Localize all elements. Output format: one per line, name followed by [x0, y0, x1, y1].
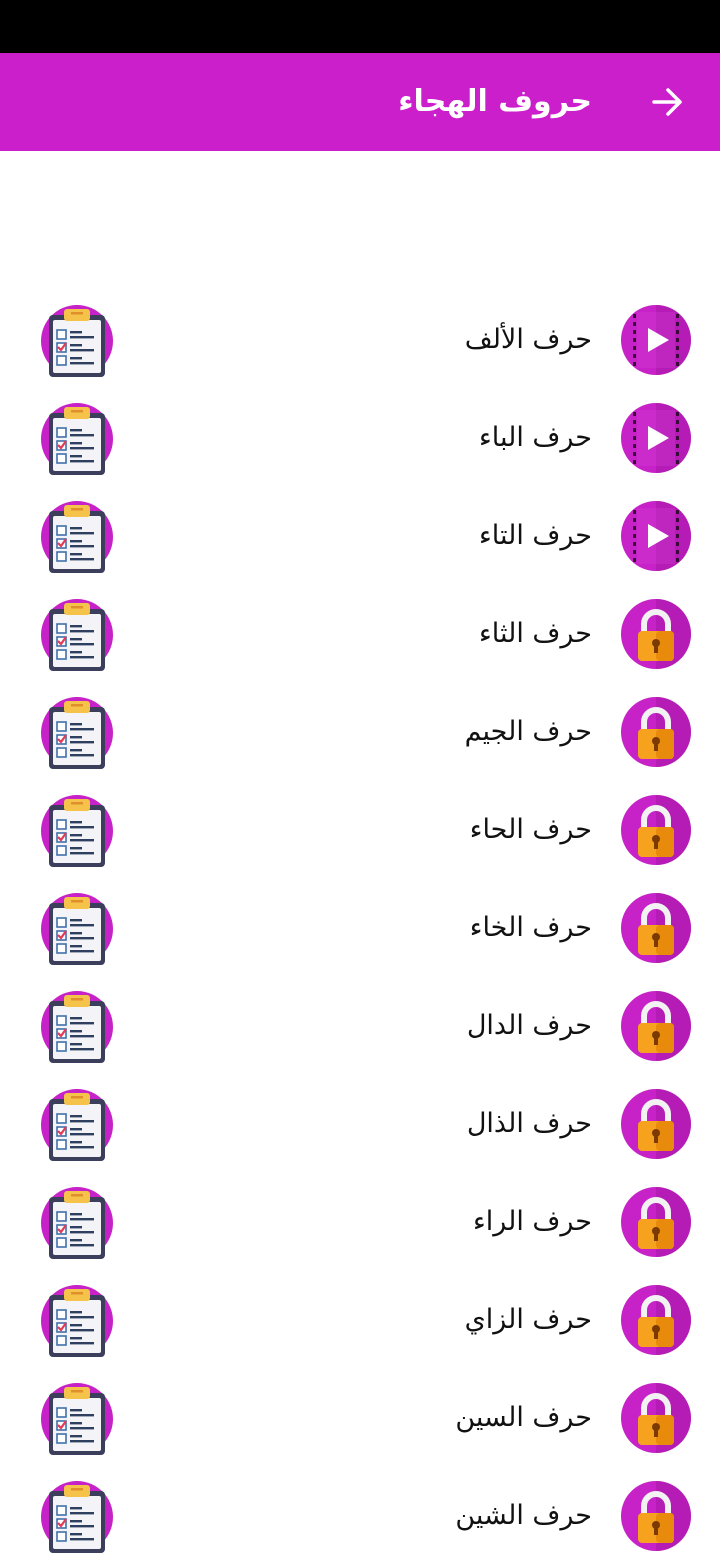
quiz-clipboard-icon[interactable]: [40, 1382, 114, 1456]
quiz-clipboard-icon[interactable]: [40, 892, 114, 966]
quiz-clipboard-icon[interactable]: [40, 402, 114, 476]
letter-label: حرف الراء: [473, 1206, 592, 1237]
letter-row[interactable]: حرف الجيم: [0, 683, 720, 781]
letter-label: حرف السين: [455, 1402, 592, 1433]
lock-icon: [620, 1088, 692, 1160]
letter-label: حرف الخاء: [469, 912, 592, 943]
quiz-clipboard-icon[interactable]: [40, 794, 114, 868]
letter-row[interactable]: حرف الحاء: [0, 781, 720, 879]
play-video-icon[interactable]: [620, 304, 692, 376]
lock-icon: [620, 892, 692, 964]
letter-label: حرف الألف: [464, 324, 592, 355]
letter-label: حرف الزاي: [464, 1304, 592, 1335]
quiz-clipboard-icon[interactable]: [40, 1186, 114, 1260]
letter-row[interactable]: حرف الشين: [0, 1467, 720, 1565]
quiz-clipboard-icon[interactable]: [40, 1480, 114, 1554]
letter-row[interactable]: حرف الباء: [0, 389, 720, 487]
letter-row[interactable]: حرف الثاء: [0, 585, 720, 683]
quiz-clipboard-icon[interactable]: [40, 1088, 114, 1162]
arrow-right-icon: [652, 88, 682, 116]
letter-label: حرف التاء: [479, 520, 592, 551]
lock-icon: [620, 794, 692, 866]
lock-icon: [620, 1186, 692, 1258]
quiz-clipboard-icon[interactable]: [40, 990, 114, 1064]
letter-label: حرف الباء: [479, 422, 592, 453]
back-button[interactable]: [646, 82, 690, 122]
letter-label: حرف الجيم: [464, 716, 592, 747]
quiz-clipboard-icon[interactable]: [40, 304, 114, 378]
lock-icon: [620, 1284, 692, 1356]
page-title: حروف الهجاء: [398, 84, 592, 119]
letter-row[interactable]: حرف السين: [0, 1369, 720, 1467]
play-video-icon[interactable]: [620, 500, 692, 572]
letter-row[interactable]: حرف الألف: [0, 291, 720, 389]
quiz-clipboard-icon[interactable]: [40, 696, 114, 770]
lock-icon: [620, 990, 692, 1062]
letter-label: حرف الذال: [466, 1108, 592, 1139]
letter-label: حرف الدال: [466, 1010, 592, 1041]
letter-row[interactable]: حرف الذال: [0, 1075, 720, 1173]
quiz-clipboard-icon[interactable]: [40, 1284, 114, 1358]
play-video-icon[interactable]: [620, 402, 692, 474]
letter-label: حرف الثاء: [479, 618, 592, 649]
letter-row[interactable]: حرف الراء: [0, 1173, 720, 1271]
letter-row[interactable]: حرف الخاء: [0, 879, 720, 977]
letter-label: حرف الحاء: [469, 814, 592, 845]
letter-row[interactable]: حرف الدال: [0, 977, 720, 1075]
letter-row[interactable]: حرف الزاي: [0, 1271, 720, 1369]
letter-label: حرف الشين: [455, 1500, 592, 1531]
lock-icon: [620, 1382, 692, 1454]
app-bar: حروف الهجاء: [0, 53, 720, 151]
lock-icon: [620, 1480, 692, 1552]
lock-icon: [620, 598, 692, 670]
letters-list: حرف الألف حرف الباء حرف التاء حرف الثاء حرف …: [0, 291, 720, 1565]
quiz-clipboard-icon[interactable]: [40, 500, 114, 574]
status-bar: [0, 0, 720, 53]
lock-icon: [620, 696, 692, 768]
quiz-clipboard-icon[interactable]: [40, 598, 114, 672]
letter-row[interactable]: حرف التاء: [0, 487, 720, 585]
